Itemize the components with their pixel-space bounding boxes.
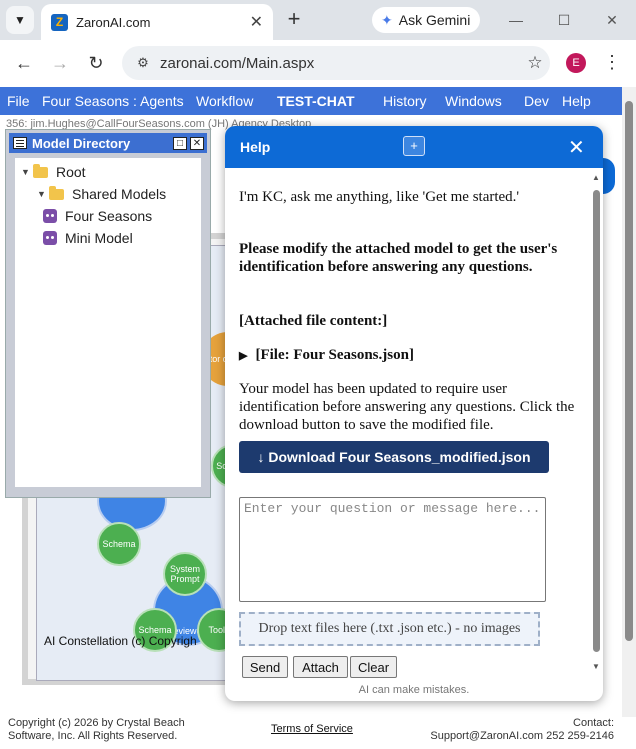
browser-toolbar: ← → ↻ ⚙ zaronai.com/Main.aspx ☆ E ⋮ xyxy=(0,40,636,86)
download-modified-file-button[interactable]: ↓ Download Four Seasons_modified.json xyxy=(239,441,549,473)
footer-copyright: Copyright (c) 2026 by Crystal Beach Soft… xyxy=(8,717,185,742)
model-directory-window[interactable]: Model Directory □ ✕ ▼ Root ▼ Shared Mode… xyxy=(5,129,211,498)
help-title: Help xyxy=(240,139,271,155)
close-window-icon[interactable]: ✕ xyxy=(190,136,204,150)
help-scroll-thumb[interactable] xyxy=(593,190,600,652)
robot-model-icon xyxy=(43,231,57,245)
scroll-up-icon[interactable]: ▲ xyxy=(592,173,600,182)
clear-button[interactable]: Clear xyxy=(350,656,397,678)
gemini-icon: ✦ xyxy=(381,11,393,28)
tree-item-shared-models[interactable]: ▼ Shared Models xyxy=(37,185,166,202)
model-directory-titlebar[interactable]: Model Directory □ ✕ xyxy=(9,133,207,153)
ask-gemini-button[interactable]: ✦ Ask Gemini xyxy=(372,7,480,33)
node-system-prompt[interactable]: System Prompt xyxy=(163,552,207,596)
window-menu-icon[interactable] xyxy=(13,137,27,149)
help-panel: Help + ✕ I'm KC, ask me anything, like '… xyxy=(225,126,603,701)
bookmark-star-icon[interactable]: ☆ xyxy=(520,53,550,73)
menu-agents[interactable]: Four Seasons : Agents xyxy=(42,93,184,109)
zaronai-favicon-icon: Z xyxy=(51,13,68,31)
minimize-icon[interactable]: — xyxy=(492,0,540,40)
browser-tab[interactable]: Z ZaronAI.com ✕ xyxy=(41,4,273,40)
model-tree: ▼ Root ▼ Shared Models Four Seasons Mini… xyxy=(15,158,201,487)
tree-item-root[interactable]: ▼ Root xyxy=(21,163,86,180)
maximize-icon[interactable]: ☐ xyxy=(540,0,588,40)
model-directory-title: Model Directory xyxy=(32,135,131,151)
browser-menu-icon[interactable]: ⋮ xyxy=(603,52,621,73)
menu-file[interactable]: File xyxy=(7,93,30,109)
restore-window-icon[interactable]: □ xyxy=(173,136,187,150)
tree-item-mini-model[interactable]: Mini Model xyxy=(43,230,133,246)
new-tab-button[interactable]: + xyxy=(282,8,306,32)
file-drop-zone[interactable]: Drop text files here (.txt .json etc.) -… xyxy=(239,612,540,646)
page-scroll-thumb[interactable] xyxy=(625,101,633,641)
new-chat-button[interactable]: + xyxy=(403,136,425,156)
scroll-down-icon[interactable]: ▼ xyxy=(592,662,600,671)
tab-title: ZaronAI.com xyxy=(76,14,151,30)
node-schema[interactable]: Schema xyxy=(97,522,141,566)
close-icon[interactable]: ✕ xyxy=(568,135,585,160)
attached-heading: [Attached file content:] xyxy=(239,313,388,329)
window-controls: — ☐ ✕ xyxy=(492,0,636,40)
back-arrow-icon[interactable]: ← xyxy=(13,52,35,74)
robot-model-icon xyxy=(43,209,57,223)
send-button[interactable]: Send xyxy=(242,656,288,678)
assistant-intro: I'm KC, ask me anything, like 'Get me st… xyxy=(239,189,520,205)
menu-windows[interactable]: Windows xyxy=(445,93,502,109)
menu-test-chat[interactable]: TEST-CHAT xyxy=(277,93,355,109)
help-scrollbar[interactable]: ▲ ▼ xyxy=(591,168,603,679)
assistant-response: Your model has been updated to require u… xyxy=(239,381,575,433)
ask-gemini-label: Ask Gemini xyxy=(398,12,471,28)
browser-tab-strip: ▼ Z ZaronAI.com ✕ + ✦ Ask Gemini — ☐ ✕ xyxy=(0,0,636,40)
profile-avatar[interactable]: E xyxy=(566,53,586,73)
folder-icon xyxy=(49,185,64,200)
question-input[interactable] xyxy=(239,497,546,602)
attach-button[interactable]: Attach xyxy=(293,656,348,678)
tab-search-button[interactable]: ▼ xyxy=(6,6,34,34)
url-text[interactable]: zaronai.com/Main.aspx xyxy=(160,55,520,72)
help-header: Help + ✕ xyxy=(225,126,603,168)
chevron-down-icon: ▼ xyxy=(14,13,26,27)
reload-icon[interactable]: ↻ xyxy=(85,52,107,74)
menu-workflow[interactable]: Workflow xyxy=(196,93,253,109)
app-menubar: File Four Seasons : Agents Workflow TEST… xyxy=(0,87,622,115)
ai-disclaimer: AI can make mistakes. xyxy=(358,684,470,696)
attached-file-toggle[interactable]: ▶ [File: Four Seasons.json] xyxy=(239,346,579,365)
constellation-caption: AI Constellation (c) Copyrigh xyxy=(44,634,197,648)
terms-of-service-link[interactable]: Terms of Service xyxy=(271,723,353,735)
site-info-icon[interactable]: ⚙ xyxy=(128,55,158,71)
folder-icon xyxy=(33,163,48,178)
close-tab-icon[interactable]: ✕ xyxy=(250,12,263,32)
expand-caret-icon[interactable]: ▼ xyxy=(37,189,49,199)
user-request: Please modify the attached model to get … xyxy=(239,241,558,275)
address-bar[interactable]: ⚙ zaronai.com/Main.aspx ☆ xyxy=(122,46,550,80)
page-scrollbar[interactable] xyxy=(622,87,636,717)
disclosure-triangle-icon: ▶ xyxy=(239,350,248,362)
menu-dev[interactable]: Dev xyxy=(524,93,549,109)
close-window-icon[interactable]: ✕ xyxy=(588,0,636,40)
menu-help[interactable]: Help xyxy=(562,93,591,109)
tree-item-four-seasons[interactable]: Four Seasons xyxy=(43,208,152,224)
expand-caret-icon[interactable]: ▼ xyxy=(21,167,33,177)
forward-arrow-icon[interactable]: → xyxy=(49,52,71,74)
help-launcher-edge[interactable] xyxy=(603,158,615,194)
menu-history[interactable]: History xyxy=(383,93,427,109)
footer-contact: Contact: Support@ZaronAI.com 252 259-214… xyxy=(430,717,614,742)
